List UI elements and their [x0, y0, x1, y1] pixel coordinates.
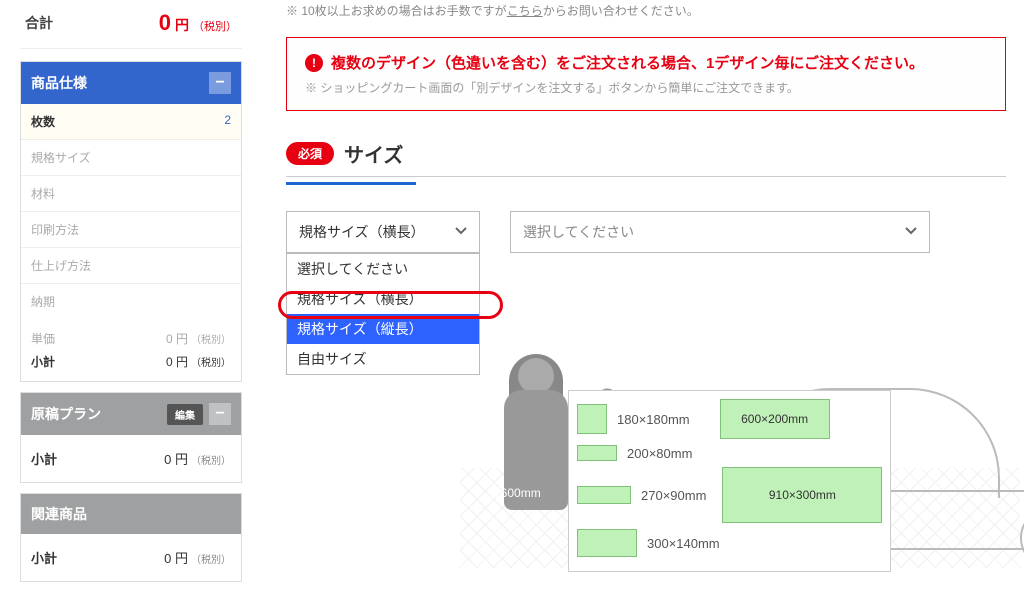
- size-chip-label: 270×90mm: [641, 488, 706, 503]
- total-label: 合計: [25, 13, 53, 33]
- unit-price-value: 0 円（税別）: [166, 330, 231, 347]
- size-chip-label: 180×180mm: [617, 412, 690, 427]
- unit-price-label: 単価: [31, 330, 55, 347]
- spec-item-label: 印刷方法: [31, 221, 79, 238]
- total-row: 合計 0 円 （税別）: [20, 0, 242, 49]
- top-note-suffix: からお問い合わせください。: [543, 4, 699, 18]
- size-type-select[interactable]: 規格サイズ（横長）: [286, 211, 480, 253]
- size-chip: 910×300mm: [722, 467, 882, 523]
- size-value-placeholder: 選択してください: [523, 222, 634, 242]
- spec-item-value: 2: [224, 113, 231, 130]
- related-box: 関連商品 小計 0 円（税別）: [20, 493, 242, 582]
- subtotal-row: 小計 0 円（税別）: [31, 350, 231, 373]
- dropdown-option[interactable]: 規格サイズ（横長）: [287, 284, 479, 314]
- related-header-title: 関連商品: [31, 504, 87, 524]
- spec-header: 商品仕様 −: [21, 62, 241, 104]
- size-chip: 600×200mm: [720, 399, 830, 439]
- size-type-dropdown: 選択してください 規格サイズ（横長） 規格サイズ（縦長） 自由サイズ: [286, 253, 480, 375]
- dropdown-option[interactable]: 選択してください: [287, 254, 479, 284]
- alert-main: ! 複数のデザイン（色違いを含む）をご注文される場合、1デザイン毎にご注文くださ…: [305, 52, 987, 73]
- plan-edit-button[interactable]: 編集: [167, 404, 203, 425]
- size-value-select[interactable]: 選択してください: [510, 211, 930, 253]
- spec-item-size[interactable]: 規格サイズ: [21, 139, 241, 175]
- select1-wrapper: 規格サイズ（横長） 選択してください 規格サイズ（横長） 規格サイズ（縦長） 自…: [286, 211, 480, 253]
- top-note: ※ 10枚以上お求めの場合はお手数ですがこちらからお問い合わせください。: [286, 2, 1006, 19]
- spec-item-label: 納期: [31, 293, 55, 310]
- size-chip-label: 300×140mm: [647, 536, 720, 551]
- spec-item-label: 仕上げ方法: [31, 257, 91, 274]
- size-type-selected: 規格サイズ（横長）: [299, 222, 425, 242]
- section-title: 必須 サイズ: [286, 139, 1006, 177]
- spec-item-finish[interactable]: 仕上げ方法: [21, 247, 241, 283]
- related-subtotal: 小計 0 円（税別）: [21, 534, 241, 581]
- dropdown-option-highlighted[interactable]: 規格サイズ（縦長）: [287, 314, 479, 344]
- unit-price-row: 単価 0 円（税別）: [31, 327, 231, 350]
- spec-header-title: 商品仕様: [31, 73, 87, 93]
- size-chip: [577, 445, 617, 461]
- plan-header-title: 原稿プラン: [31, 404, 101, 424]
- related-subtotal-label: 小計: [31, 548, 57, 567]
- spec-price-block: 単価 0 円（税別） 小計 0 円（税別）: [21, 319, 241, 381]
- size-illustration: 1600mm 180×180mm 600×200mm 200×80mm 270×…: [460, 358, 1020, 568]
- exclamation-icon: !: [305, 54, 323, 72]
- spec-collapse-button[interactable]: −: [209, 72, 231, 94]
- related-subtotal-value: 0 円（税別）: [164, 548, 231, 567]
- total-tax: （税別）: [193, 18, 237, 34]
- spec-item-label: 規格サイズ: [31, 149, 91, 166]
- spec-list: 枚数 2 規格サイズ 材料 印刷方法 仕上げ方法 納期: [21, 104, 241, 319]
- total-unit: 円: [175, 15, 189, 35]
- alert-sub-text: ※ ショッピングカート画面の「別デザインを注文する」ボタンから簡単にご注文できま…: [305, 79, 987, 96]
- spec-box: 商品仕様 − 枚数 2 規格サイズ 材料 印刷方法 仕上げ方法 納期 単価 0 円…: [20, 61, 242, 382]
- plan-box: 原稿プラン 編集 − 小計 0 円（税別）: [20, 392, 242, 483]
- spec-item-quantity[interactable]: 枚数 2: [21, 104, 241, 139]
- main-content: ※ 10枚以上お求めの場合はお手数ですがこちらからお問い合わせください。 ! 複…: [286, 0, 1024, 253]
- total-value: 0: [159, 10, 171, 36]
- selects-row: 規格サイズ（横長） 選択してください 規格サイズ（横長） 規格サイズ（縦長） 自…: [286, 211, 1006, 253]
- plan-subtotal-value: 0 円（税別）: [164, 449, 231, 468]
- chevron-down-icon: [455, 224, 467, 240]
- spec-item-material[interactable]: 材料: [21, 175, 241, 211]
- related-header: 関連商品: [21, 494, 241, 534]
- alert-box: ! 複数のデザイン（色違いを含む）をご注文される場合、1デザイン毎にご注文くださ…: [286, 37, 1006, 111]
- total-amount: 0 円 （税別）: [159, 10, 237, 36]
- size-samples-panel: 180×180mm 600×200mm 200×80mm 270×90mm 91…: [568, 390, 891, 572]
- size-chip: [577, 529, 637, 557]
- size-chip: [577, 486, 631, 504]
- subtotal-value: 0 円（税別）: [166, 353, 231, 370]
- chevron-down-icon: [905, 224, 917, 240]
- spec-item-due[interactable]: 納期: [21, 283, 241, 319]
- person-height-label: 1600mm: [494, 486, 541, 500]
- size-chip-label: 200×80mm: [627, 446, 692, 461]
- top-note-prefix: ※ 10枚以上お求めの場合はお手数ですが: [286, 4, 507, 18]
- required-badge: 必須: [286, 142, 334, 165]
- spec-item-print[interactable]: 印刷方法: [21, 211, 241, 247]
- section-title-text: サイズ: [344, 139, 403, 168]
- plan-subtotal-label: 小計: [31, 449, 57, 468]
- top-note-link[interactable]: こちら: [507, 4, 543, 18]
- plan-subtotal: 小計 0 円（税別）: [21, 435, 241, 482]
- sidebar: 合計 0 円 （税別） 商品仕様 − 枚数 2 規格サイズ 材料 印刷方法 仕上げ…: [20, 0, 242, 592]
- spec-item-label: 枚数: [31, 113, 55, 130]
- size-chip: [577, 404, 607, 434]
- alert-main-text: 複数のデザイン（色違いを含む）をご注文される場合、1デザイン毎にご注文ください。: [331, 52, 924, 73]
- plan-header: 原稿プラン 編集 −: [21, 393, 241, 435]
- spec-item-label: 材料: [31, 185, 55, 202]
- subtotal-label: 小計: [31, 353, 55, 370]
- plan-collapse-button[interactable]: −: [209, 403, 231, 425]
- dropdown-option[interactable]: 自由サイズ: [287, 344, 479, 374]
